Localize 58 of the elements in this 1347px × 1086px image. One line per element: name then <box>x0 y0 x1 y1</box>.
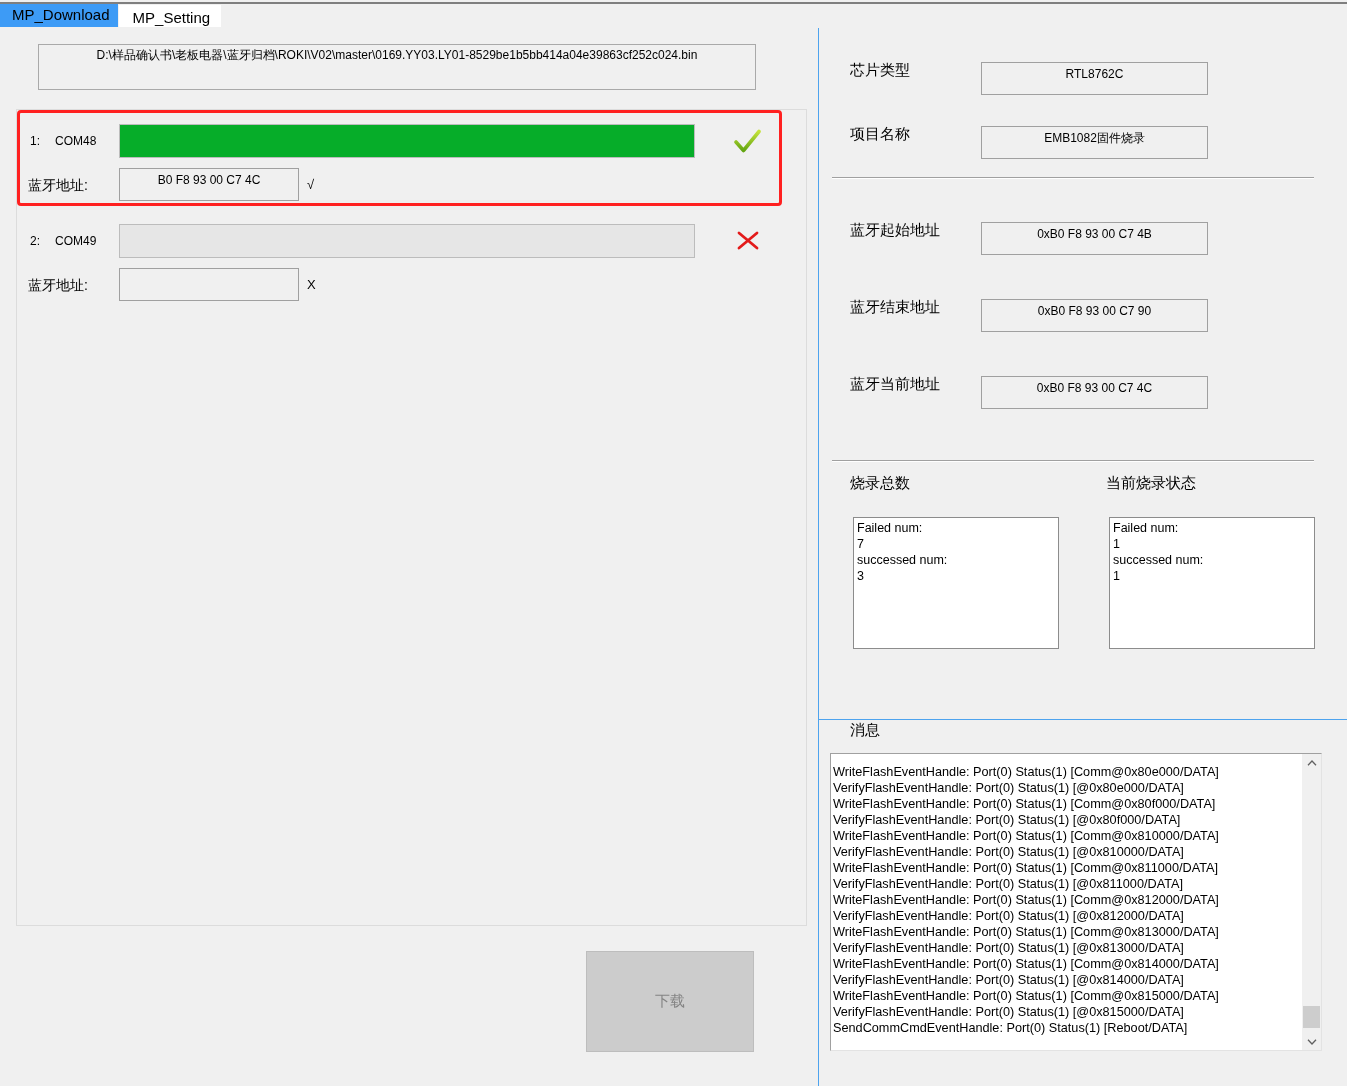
address-label: 蓝牙地址: <box>28 276 89 293</box>
textbox-line: 1 <box>1113 568 1121 584</box>
log-line: VerifyFlashEventHandle: Port(0) Status(1) [@0x811000/DATA] <box>833 876 1184 892</box>
field-label: 蓝牙起始地址 <box>850 222 941 238</box>
counter-textbox[interactable]: Failed num: 7 successed num: 3 <box>853 517 1059 649</box>
log-line: WriteFlashEventHandle: Port(0) Status(1) [Comm@0x812000/DATA] <box>833 892 1220 908</box>
caret-up-icon[interactable] <box>1306 759 1317 766</box>
log-line: WriteFlashEventHandle: Port(0) Status(1) [Comm@0x811000/DATA] <box>833 860 1219 876</box>
value-field[interactable]: 0xB0 F8 93 00 C7 90 <box>981 299 1208 332</box>
caret-down-icon[interactable] <box>1306 1038 1317 1045</box>
section-title: 消息 <box>850 722 880 738</box>
log-line: WriteFlashEventHandle: Port(0) Status(1) [Comm@0x814000/DATA] <box>833 956 1220 972</box>
scroll-thumb[interactable] <box>1303 1006 1320 1028</box>
log-line: VerifyFlashEventHandle: Port(0) Status(1) [@0x814000/DATA] <box>833 972 1185 988</box>
counter-textbox[interactable]: Failed num: 1 successed num: 1 <box>1109 517 1315 649</box>
address-status-text: √ <box>307 176 315 193</box>
textbox-line: Failed num: <box>857 520 924 536</box>
log-line: VerifyFlashEventHandle: Port(0) Status(1) [@0x810000/DATA] <box>833 844 1185 860</box>
section-title: 当前烧录状态 <box>1106 475 1196 491</box>
textbox-line: Failed num: <box>1113 520 1180 536</box>
log-line: VerifyFlashEventHandle: Port(0) Status(1) [@0x812000/DATA] <box>833 908 1185 924</box>
textbox-line: 3 <box>857 568 865 584</box>
log-line: WriteFlashEventHandle: Port(0) Status(1) [Comm@0x813000/DATA] <box>833 924 1220 940</box>
field-label: 蓝牙当前地址 <box>850 376 941 392</box>
field-label: 蓝牙结束地址 <box>850 299 941 315</box>
log-line: VerifyFlashEventHandle: Port(0) Status(1) [@0x80f000/DATA] <box>833 812 1182 828</box>
address-field[interactable] <box>119 268 299 301</box>
log-line: WriteFlashEventHandle: Port(0) Status(1) [Comm@0x80e000/DATA] <box>833 764 1220 780</box>
log-line: SendCommCmdEventHandle: Port(0) Status(1) [Reboot/DATA] <box>833 1020 1189 1036</box>
textbox-line: 7 <box>857 536 865 552</box>
scrollbar[interactable] <box>1302 754 1321 1050</box>
section-title: 烧录总数 <box>850 475 910 491</box>
textbox-line: 1 <box>1113 536 1121 552</box>
port-number: 2: <box>30 233 41 248</box>
address-field[interactable]: B0 F8 93 00 C7 4C <box>119 168 299 201</box>
tab[interactable]: MP_Setting <box>118 5 222 27</box>
tab[interactable]: MP_Download <box>0 4 118 27</box>
log-line: VerifyFlashEventHandle: Port(0) Status(1) [@0x815000/DATA] <box>833 1004 1185 1020</box>
log-line: VerifyFlashEventHandle: Port(0) Status(1) [@0x80e000/DATA] <box>833 780 1185 796</box>
log-line: VerifyFlashEventHandle: Port(0) Status(1) [@0x813000/DATA] <box>833 940 1185 956</box>
message-log[interactable] <box>830 753 1322 1051</box>
log-line: WriteFlashEventHandle: Port(0) Status(1) [Comm@0x810000/DATA] <box>833 828 1220 844</box>
value-field[interactable]: EMB1082固件烧录 <box>981 126 1208 159</box>
log-line: WriteFlashEventHandle: Port(0) Status(1) [Comm@0x815000/DATA] <box>833 988 1220 1004</box>
value-field[interactable]: 0xB0 F8 93 00 C7 4C <box>981 376 1208 409</box>
textbox-line: successed num: <box>1113 552 1205 568</box>
field-label: 项目名称 <box>850 126 911 142</box>
port-number: 1: <box>30 133 41 148</box>
file-path-field[interactable]: D:\样品确认书\老板电器\蓝牙归档\ROKI\V02\master\0169.YY03.LY01-8529be1b5bb414a04e39863cf252c024.bin <box>38 44 756 90</box>
log-line: WriteFlashEventHandle: Port(0) Status(1) [Comm@0x80f000/DATA] <box>833 796 1217 812</box>
address-status-text: X <box>307 276 316 293</box>
textbox-line: successed num: <box>857 552 949 568</box>
value-field[interactable]: RTL8762C <box>981 62 1208 95</box>
address-label: 蓝牙地址: <box>28 176 89 193</box>
port-name: COM48 <box>55 133 98 148</box>
field-label: 芯片类型 <box>850 62 911 78</box>
port-name: COM49 <box>55 233 98 248</box>
value-field[interactable]: 0xB0 F8 93 00 C7 4B <box>981 222 1208 255</box>
